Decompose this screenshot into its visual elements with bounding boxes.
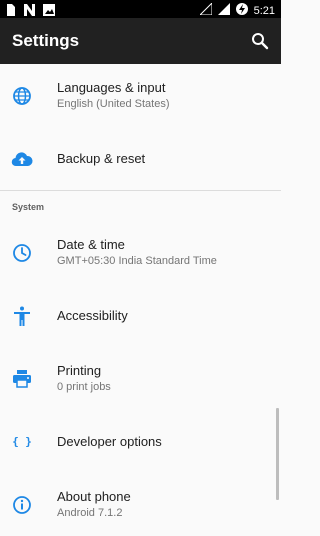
section-title: System	[12, 202, 45, 212]
info-icon	[11, 494, 33, 516]
settings-item-printing[interactable]: Printing 0 print jobs	[0, 347, 281, 410]
item-title: Printing	[57, 363, 102, 378]
braces-icon: { }	[11, 431, 33, 453]
item-summary: Android 7.1.2	[57, 507, 123, 519]
settings-list: Languages & input English (United States…	[0, 64, 281, 536]
settings-item-accessibility[interactable]: Accessibility	[0, 284, 281, 347]
item-summary: English (United States)	[57, 98, 170, 110]
accessibility-icon	[11, 305, 33, 327]
settings-item-developer[interactable]: { } Developer options	[0, 410, 281, 473]
item-summary: GMT+05:30 India Standard Time	[57, 255, 217, 267]
status-time: 5:21	[253, 5, 275, 17]
item-title: Developer options	[57, 433, 162, 449]
toolbar: Settings	[0, 18, 281, 64]
settings-item-about-phone[interactable]: About phone Android 7.1.2	[0, 473, 281, 536]
search-icon	[252, 33, 269, 50]
printer-icon	[11, 368, 33, 390]
braces-icon-glyph: { }	[12, 435, 32, 448]
item-title: Languages & input	[57, 80, 166, 95]
item-summary: 0 print jobs	[57, 381, 111, 393]
item-title: Backup & reset	[57, 150, 146, 166]
scrollbar[interactable]	[276, 408, 279, 500]
settings-item-languages[interactable]: Languages & input English (United States…	[0, 64, 281, 127]
status-bar: 5:21	[0, 0, 281, 18]
globe-icon	[11, 85, 33, 107]
search-button[interactable]	[247, 28, 273, 54]
section-header-system: System	[0, 191, 281, 221]
item-title: About phone	[57, 489, 131, 504]
page-title: Settings	[12, 31, 80, 50]
item-title: Date & time	[57, 237, 125, 252]
cloud-upload-icon	[11, 148, 33, 170]
settings-item-backup[interactable]: Backup & reset	[0, 127, 281, 190]
item-title: Accessibility	[57, 307, 128, 323]
settings-item-date-time[interactable]: Date & time GMT+05:30 India Standard Tim…	[0, 221, 281, 284]
clock-icon	[11, 242, 33, 264]
